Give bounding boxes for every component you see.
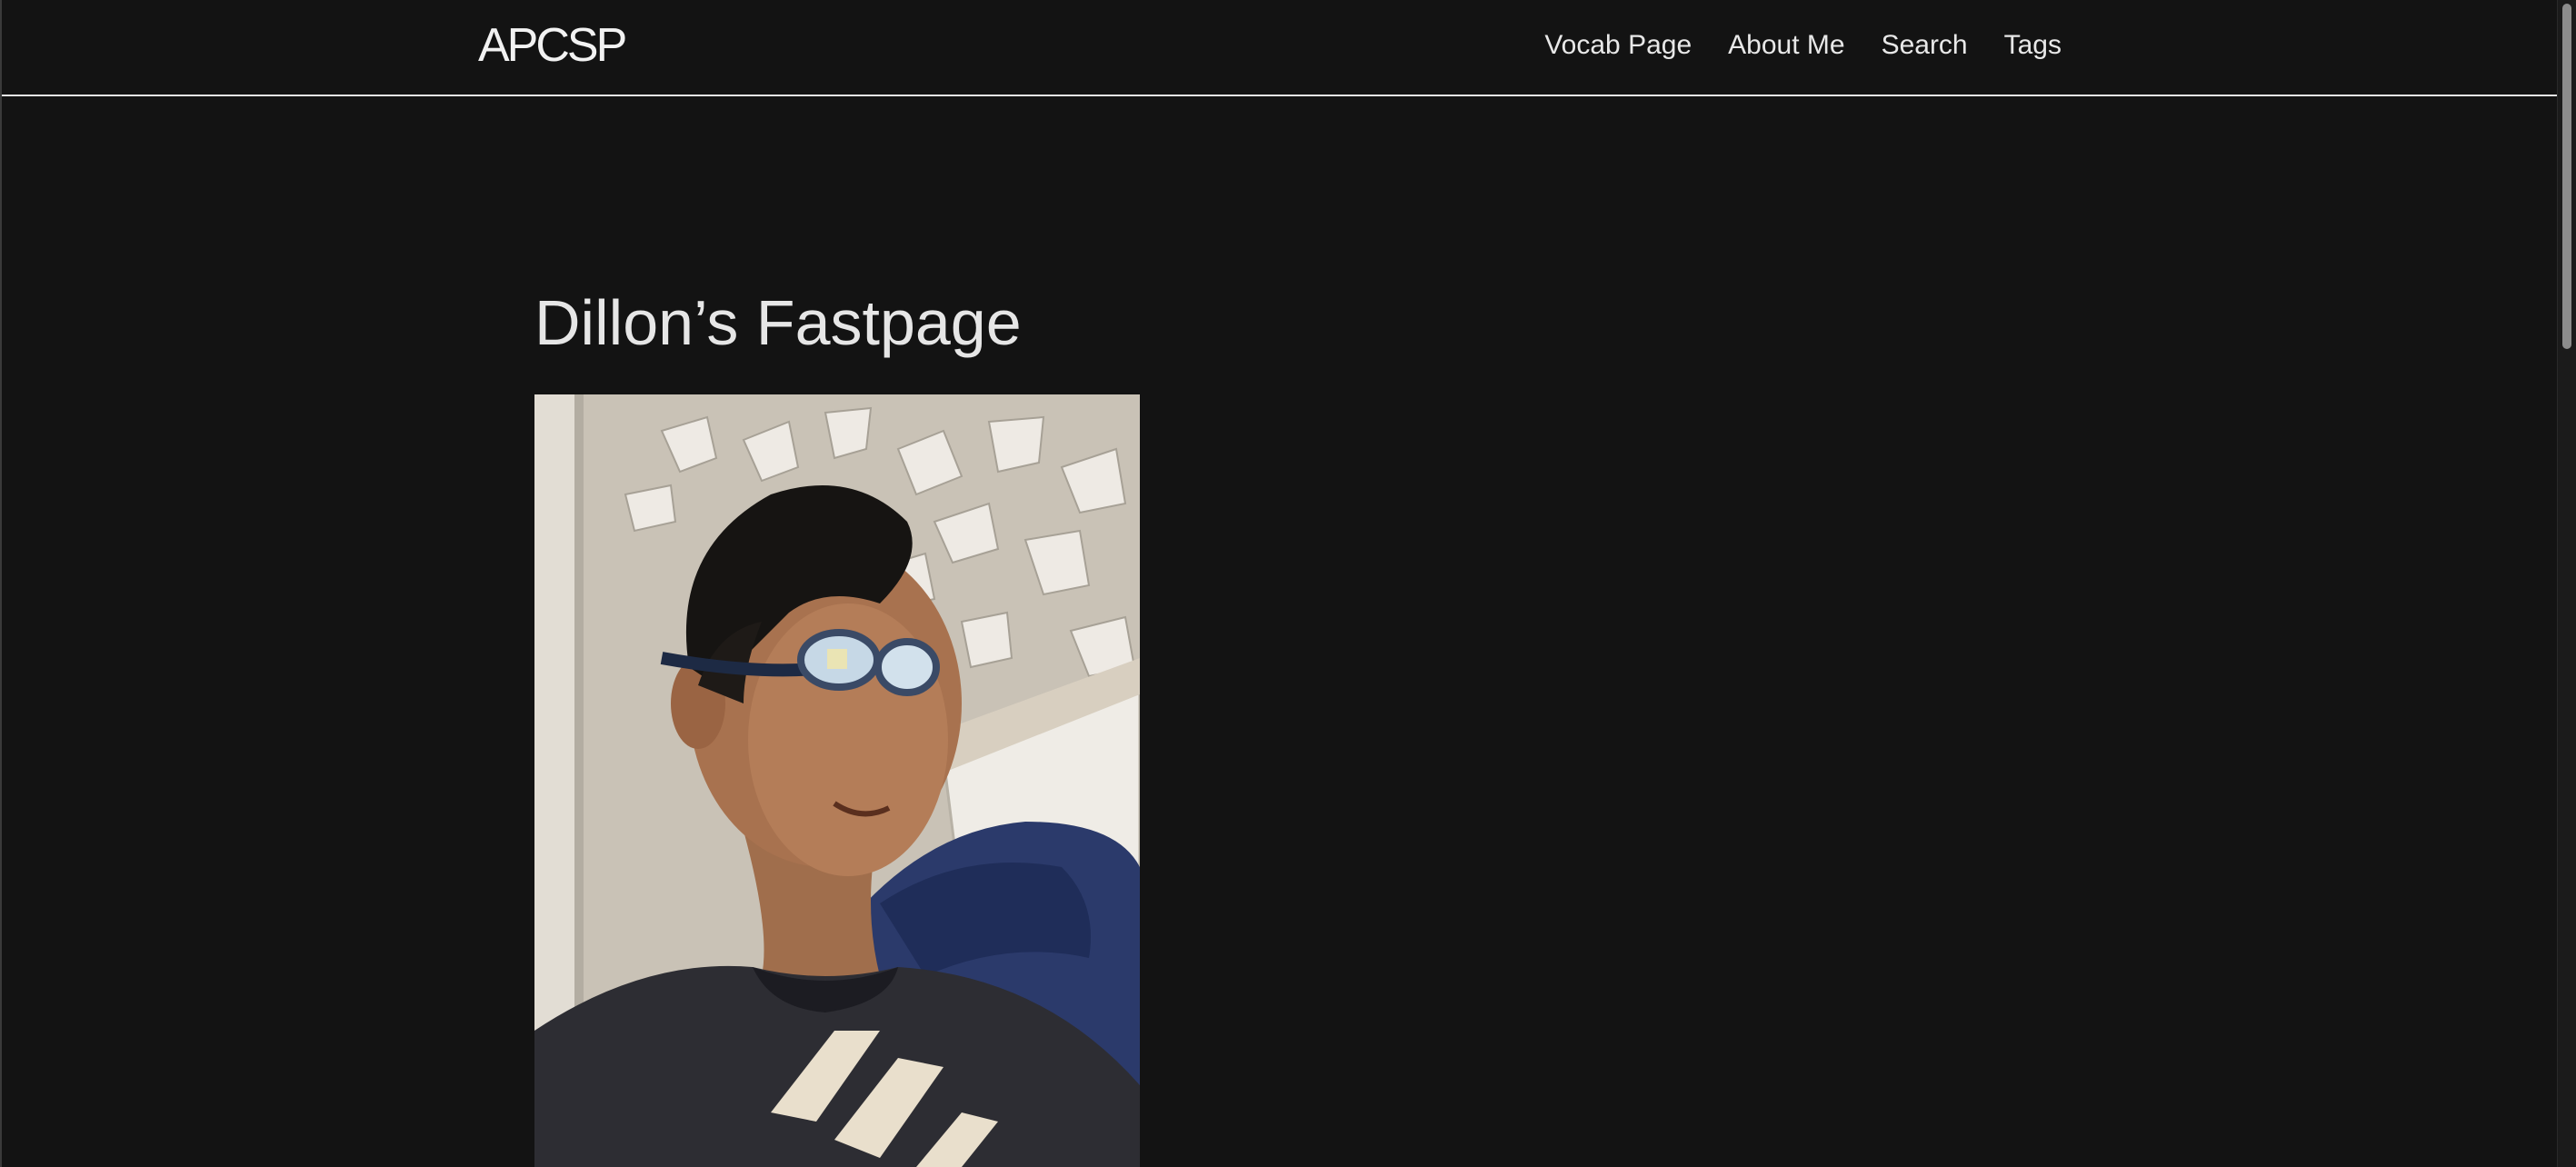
- scrollbar-thumb[interactable]: [2562, 4, 2571, 349]
- nav-link-vocab-page[interactable]: Vocab Page: [1544, 27, 1692, 64]
- page-title: Dillon’s Fastpage: [534, 287, 1022, 358]
- site-header: APCSP Vocab Page About Me Search Tags: [2, 0, 2558, 96]
- page: APCSP Vocab Page About Me Search Tags Di…: [0, 0, 2576, 1167]
- profile-photo: [534, 394, 1140, 1167]
- nav-link-search[interactable]: Search: [1882, 27, 1968, 64]
- vertical-scrollbar[interactable]: [2557, 0, 2576, 1167]
- nav-link-about-me[interactable]: About Me: [1728, 27, 1844, 64]
- profile-photo-illustration: [534, 394, 1140, 1167]
- nav-link-tags[interactable]: Tags: [2004, 27, 2062, 64]
- site-title-link[interactable]: APCSP: [478, 16, 627, 75]
- main-nav: Vocab Page About Me Search Tags: [1544, 27, 2062, 64]
